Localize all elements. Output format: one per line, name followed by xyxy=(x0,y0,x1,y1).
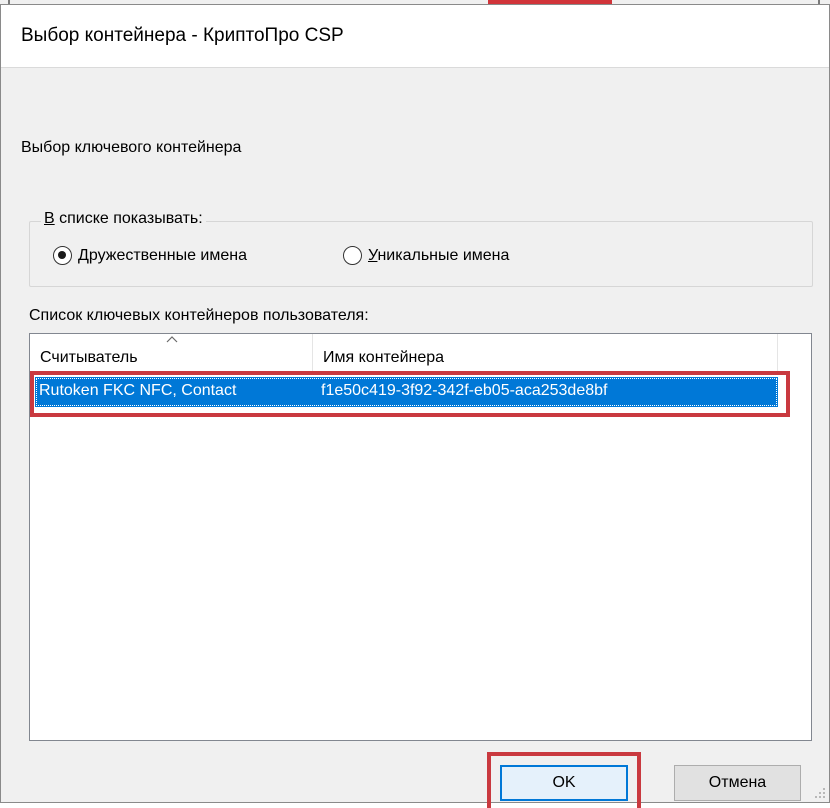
show-names-legend: В списке показывать: xyxy=(41,210,206,228)
column-header-container-name-label: Имя контейнера xyxy=(323,349,445,366)
list-item-container-name: f1e50c419-3f92-342f-eb05-aca253de8bf xyxy=(321,382,608,399)
cancel-button[interactable]: Отмена xyxy=(674,765,801,801)
friendly-names-radio[interactable]: Дружественные имена xyxy=(53,246,247,265)
window-title: Выбор контейнера - КриптоПро CSP xyxy=(21,25,344,46)
legend-text: списке показывать: xyxy=(54,210,203,227)
column-header-container-name[interactable]: Имя контейнера xyxy=(313,334,778,374)
friendly-names-label: Дружественные имена xyxy=(78,247,247,265)
list-item-container[interactable]: Rutoken FKC NFC, Contact f1e50c419-3f92-… xyxy=(35,377,778,407)
container-list-label: Список ключевых контейнеров пользователя… xyxy=(29,307,369,324)
radio-unchecked-icon xyxy=(343,246,362,265)
friendly-names-text: ружественные имена xyxy=(88,246,247,264)
resize-grip-icon[interactable] xyxy=(814,787,826,799)
list-item-reader: Rutoken FKC NFC, Contact xyxy=(39,382,237,399)
sort-ascending-icon xyxy=(166,336,178,343)
title-bar[interactable]: Выбор контейнера - КриптоПро CSP xyxy=(1,5,829,68)
listview-header: Считыватель Имя контейнера xyxy=(30,334,811,374)
dialog-subtitle: Выбор ключевого контейнера xyxy=(21,139,242,156)
container-select-dialog: Выбор контейнера - КриптоПро CSP Выбор к… xyxy=(0,4,830,808)
unique-names-radio[interactable]: Уникальные имена xyxy=(343,246,509,265)
friendly-names-hotkey: Д xyxy=(78,246,89,264)
column-header-reader-label: Считыватель xyxy=(40,349,138,366)
column-header-reader[interactable]: Считыватель xyxy=(30,334,313,374)
radio-checked-icon xyxy=(53,246,72,265)
legend-hotkey: В xyxy=(44,210,55,227)
container-listview[interactable]: Считыватель Имя контейнера Rutoken FKC N… xyxy=(29,333,812,741)
unique-names-label: Уникальные имена xyxy=(368,247,509,265)
ok-button[interactable]: OK xyxy=(500,765,628,801)
unique-names-text: никальные имена xyxy=(377,246,510,264)
